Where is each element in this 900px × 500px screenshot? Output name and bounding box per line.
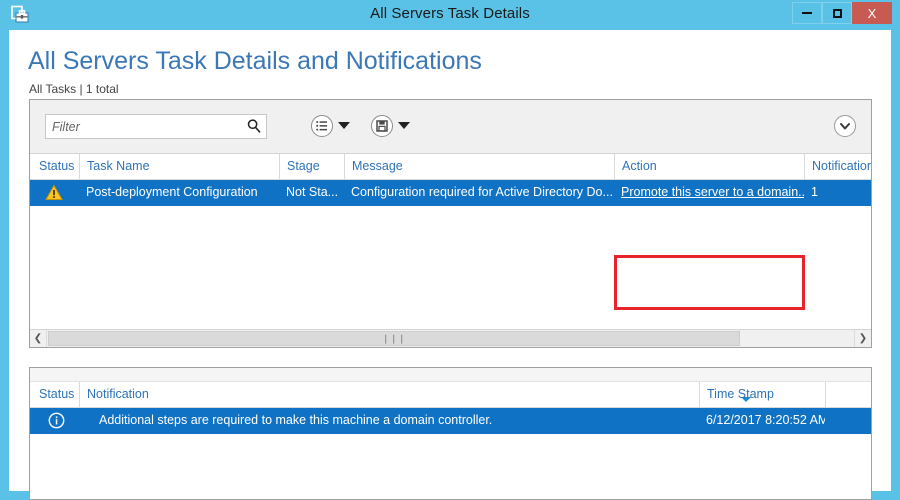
- maximize-button[interactable]: [822, 2, 852, 24]
- notifications-header-row: Status Notification Time Stamp: [30, 382, 871, 408]
- minimize-button[interactable]: [792, 2, 822, 24]
- notifications-panel: Status Notification Time Stamp Additional …: [29, 367, 872, 500]
- page-title: All Servers Task Details and Notificatio…: [28, 47, 482, 75]
- cell-task-name: Post-deployment Configuration: [86, 185, 258, 199]
- close-button[interactable]: X: [852, 2, 892, 24]
- tasks-column-header-status[interactable]: Status: [31, 154, 79, 180]
- search-input[interactable]: [46, 115, 242, 138]
- cell-action: Promote this server to a domain...: [614, 180, 804, 206]
- notification-cell-time-stamp: 6/12/2017 8:20:52 AM: [706, 413, 825, 427]
- notification-row[interactable]: Additional steps are required to make th…: [30, 408, 871, 434]
- notifications-column-header-blank[interactable]: [825, 382, 871, 408]
- action-column-highlight: [614, 255, 805, 310]
- save-query-button[interactable]: [371, 115, 393, 137]
- view-options-button[interactable]: [311, 115, 333, 137]
- view-options-chevron-down-icon[interactable]: [338, 122, 350, 129]
- minimize-icon: [793, 3, 821, 23]
- notifications-column-header-time-stamp[interactable]: Time Stamp: [699, 382, 825, 408]
- notifications-column-header-notification[interactable]: Notification: [79, 382, 699, 408]
- cell-stage: Not Sta...: [286, 185, 339, 199]
- tasks-column-header-stage[interactable]: Stage: [279, 154, 344, 180]
- filter-toolbar: [30, 100, 871, 154]
- scrollbar-grip-icon: ❘❘❘: [381, 333, 407, 343]
- promote-server-link[interactable]: Promote this server to a domain...: [621, 185, 804, 199]
- maximize-icon: [823, 3, 851, 23]
- notifications-column-header-status[interactable]: Status: [31, 382, 79, 408]
- scroll-right-arrow-icon[interactable]: ❯: [854, 330, 871, 347]
- tasks-column-header-task-name[interactable]: Task Name: [79, 154, 279, 180]
- horizontal-scrollbar[interactable]: ❮ ❘❘❘ ❯: [30, 329, 871, 347]
- cell-notifications: 1: [811, 185, 818, 199]
- title-bar[interactable]: All Servers Task Details X: [0, 0, 900, 30]
- save-query-chevron-down-icon[interactable]: [398, 122, 410, 129]
- scrollbar-thumb[interactable]: ❘❘❘: [48, 331, 740, 346]
- filter-field-wrapper[interactable]: [45, 114, 267, 139]
- tasks-panel: StatusTask NameStageMessageActionNotific…: [29, 99, 872, 348]
- notification-cell-status: [31, 408, 79, 434]
- window-frame: All Servers Task Details X All Servers T…: [0, 0, 900, 500]
- notification-cell-notification: Additional steps are required to make th…: [99, 413, 493, 427]
- search-icon[interactable]: [246, 118, 262, 134]
- client-area: All Servers Task Details and Notificatio…: [9, 30, 891, 500]
- notification-cell-blank: [825, 408, 871, 434]
- notifications-toolbar-strip: [30, 368, 871, 382]
- expand-collapse-button[interactable]: [834, 115, 856, 137]
- task-count-subtitle: All Tasks | 1 total: [29, 82, 119, 96]
- cell-status: [31, 180, 79, 206]
- close-icon: X: [867, 5, 877, 21]
- tasks-column-header-notifications[interactable]: Notifications: [804, 154, 871, 180]
- tasks-column-header-message[interactable]: Message: [344, 154, 614, 180]
- cell-message: Configuration required for Active Direct…: [351, 185, 613, 199]
- tasks-header-row: Status Task Name Stage Message Action Notific…: [30, 154, 871, 180]
- table-row[interactable]: Post-deployment Configuration Not Sta... C…: [30, 180, 871, 206]
- window-title: All Servers Task Details: [370, 5, 530, 22]
- scroll-left-arrow-icon[interactable]: ❮: [30, 330, 47, 347]
- tasks-column-header-action[interactable]: Action: [614, 154, 804, 180]
